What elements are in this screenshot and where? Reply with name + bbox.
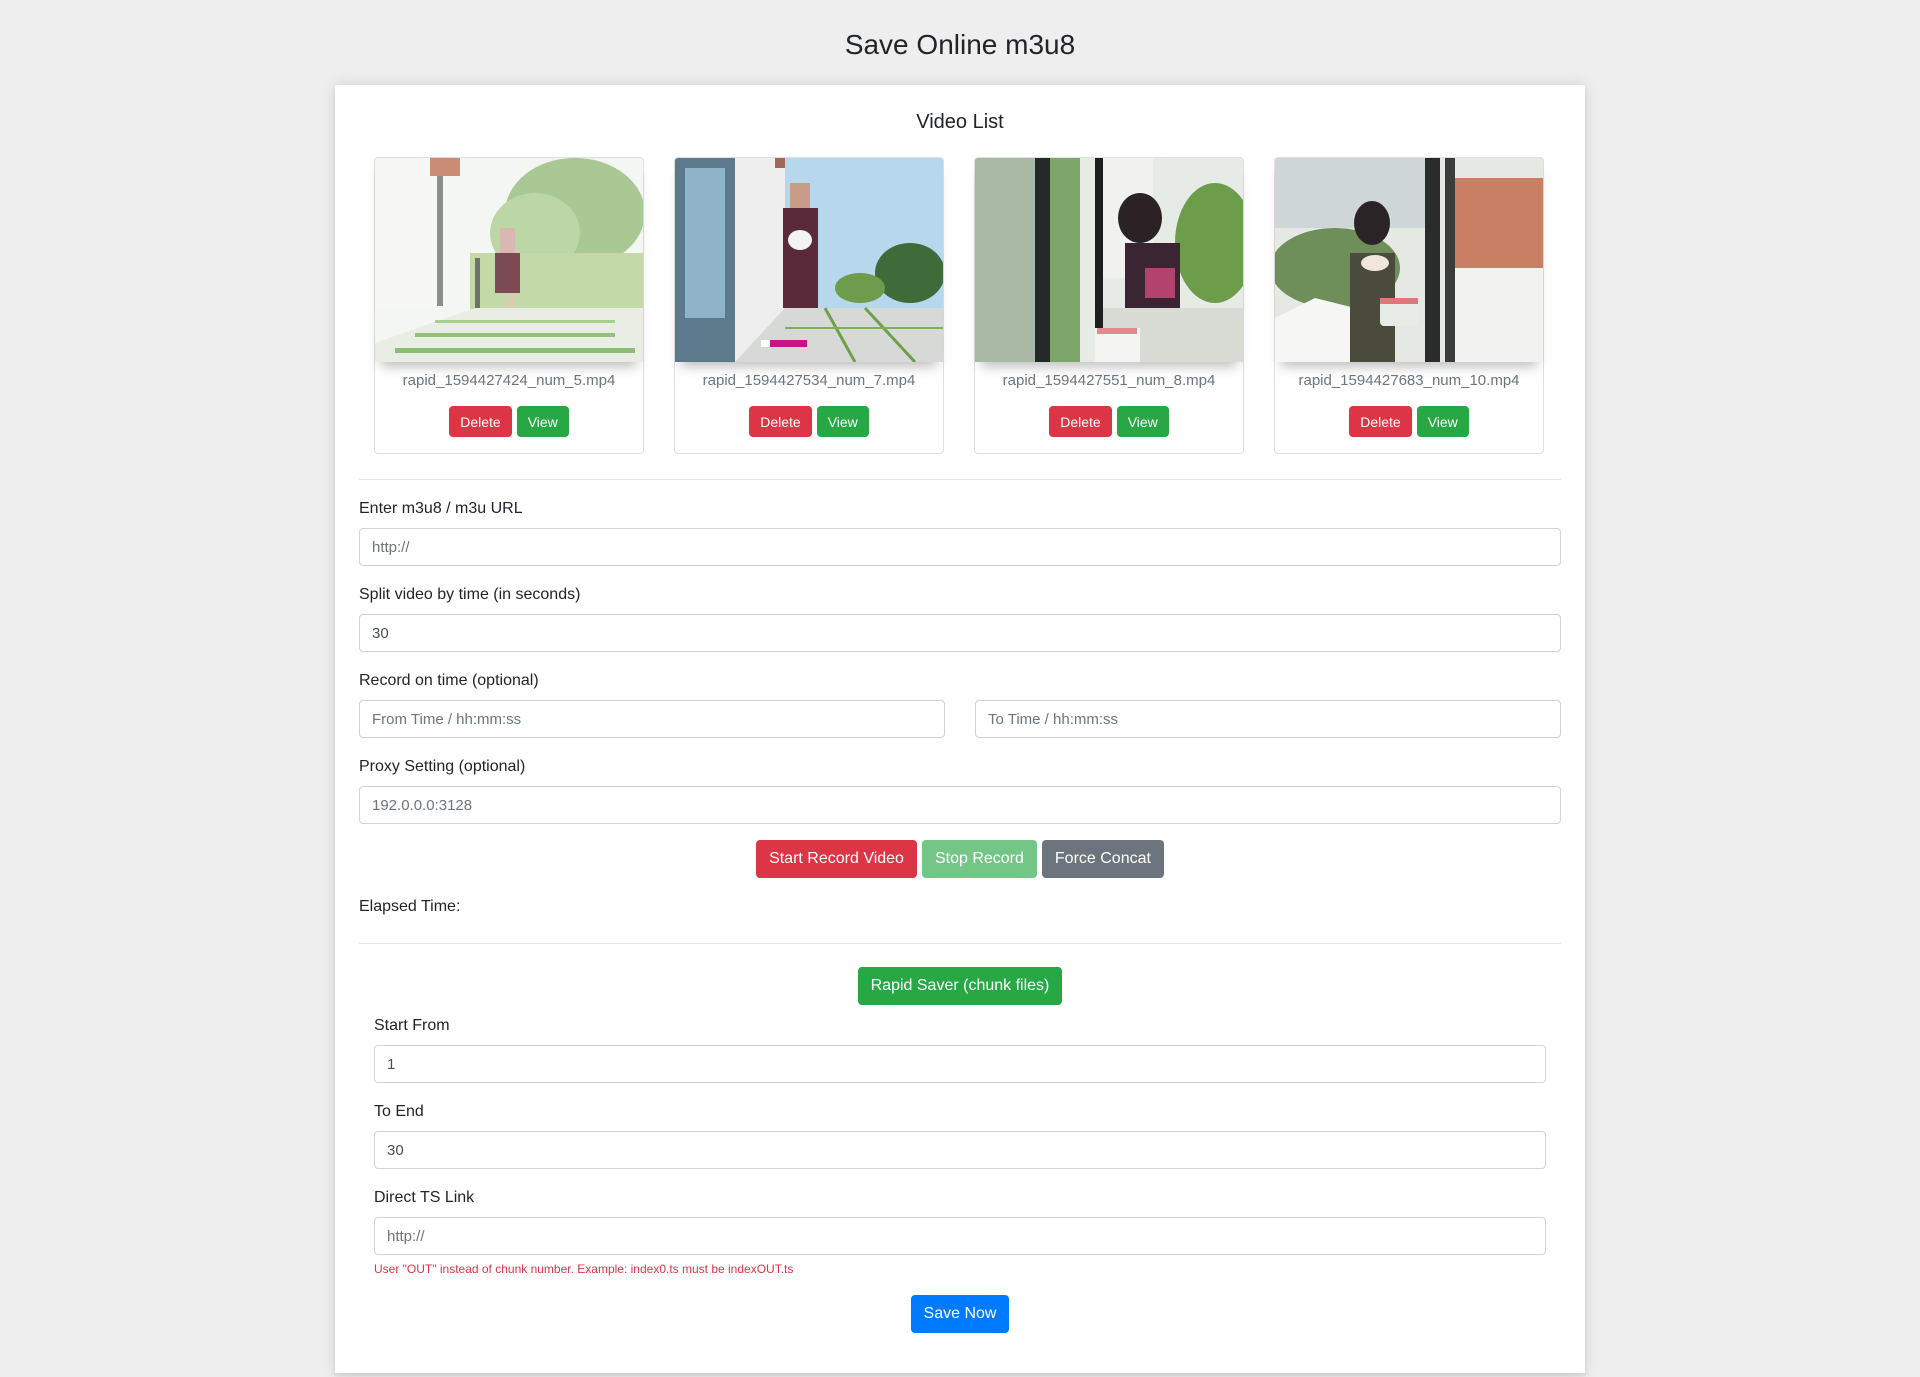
- force-concat-button[interactable]: Force Concat: [1041, 840, 1164, 878]
- video-thumbnail[interactable]: [1275, 158, 1543, 362]
- video-thumbnail[interactable]: [975, 158, 1243, 362]
- record-time-label: Record on time (optional): [359, 672, 539, 689]
- from-time-input[interactable]: [359, 700, 945, 738]
- ts-help-text: User "OUT" instead of chunk number. Exam…: [374, 1262, 794, 1276]
- stop-record-button[interactable]: Stop Record: [921, 840, 1037, 878]
- thumbnail-image: [975, 158, 1243, 362]
- video-filename: rapid_1594427424_num_5.mp4: [402, 372, 616, 389]
- divider: [359, 943, 1561, 944]
- m3u8-url-input[interactable]: [359, 528, 1561, 566]
- rapid-saver-button[interactable]: Rapid Saver (chunk files): [857, 967, 1063, 1005]
- direct-ts-label: Direct TS Link: [374, 1189, 475, 1206]
- page-title: Save Online m3u8: [844, 29, 1076, 60]
- video-card: rapid_1594427534_num_7.mp4 Delete View: [674, 157, 944, 454]
- view-button[interactable]: View: [516, 406, 569, 437]
- start-from-label: Start From: [374, 1017, 450, 1034]
- save-actions: Save Now: [335, 1295, 1585, 1333]
- start-from-input[interactable]: [374, 1045, 1546, 1083]
- url-label: Enter m3u8 / m3u URL: [359, 500, 523, 517]
- delete-button[interactable]: Delete: [1349, 406, 1412, 437]
- thumbnail-image: [375, 158, 643, 362]
- video-thumbnail[interactable]: [375, 158, 643, 362]
- record-actions: Start Record Video Stop Record Force Con…: [335, 840, 1585, 878]
- split-time-input[interactable]: [359, 614, 1561, 652]
- divider: [359, 479, 1561, 480]
- proxy-input[interactable]: [359, 786, 1561, 824]
- elapsed-time-caption: Elapsed Time:: [359, 898, 461, 915]
- to-end-input[interactable]: [374, 1131, 1546, 1169]
- thumbnail-image: [1275, 158, 1543, 362]
- view-button[interactable]: View: [1416, 406, 1469, 437]
- view-button[interactable]: View: [1116, 406, 1169, 437]
- to-end-label: To End: [374, 1103, 424, 1120]
- proxy-label: Proxy Setting (optional): [359, 758, 526, 775]
- video-card: rapid_1594427683_num_10.mp4 Delete View: [1274, 157, 1544, 454]
- video-card: rapid_1594427551_num_8.mp4 Delete View: [974, 157, 1244, 454]
- elapsed-time-label: Elapsed Time:: [359, 897, 460, 917]
- main-panel: Video List rapid_1594427424_num_5.mp4 De…: [335, 85, 1585, 1373]
- split-time-label: Split video by time (in seconds): [359, 586, 581, 603]
- video-list: rapid_1594427424_num_5.mp4 Delete View r…: [374, 157, 1544, 454]
- to-time-input[interactable]: [975, 700, 1561, 738]
- video-filename: rapid_1594427551_num_8.mp4: [1002, 372, 1216, 389]
- delete-button[interactable]: Delete: [749, 406, 812, 437]
- save-now-button[interactable]: Save Now: [910, 1295, 1010, 1333]
- video-thumbnail[interactable]: [675, 158, 943, 362]
- video-filename: rapid_1594427683_num_10.mp4: [1298, 372, 1520, 389]
- direct-ts-input[interactable]: [374, 1217, 1546, 1255]
- delete-button[interactable]: Delete: [1049, 406, 1112, 437]
- thumbnail-image: [675, 158, 943, 362]
- video-list-title: Video List: [916, 111, 1004, 133]
- video-card: rapid_1594427424_num_5.mp4 Delete View: [374, 157, 644, 454]
- start-record-button[interactable]: Start Record Video: [756, 840, 917, 878]
- delete-button[interactable]: Delete: [449, 406, 512, 437]
- view-button[interactable]: View: [816, 406, 869, 437]
- video-filename: rapid_1594427534_num_7.mp4: [702, 372, 916, 389]
- rapid-saver-header: Rapid Saver (chunk files): [335, 967, 1585, 1005]
